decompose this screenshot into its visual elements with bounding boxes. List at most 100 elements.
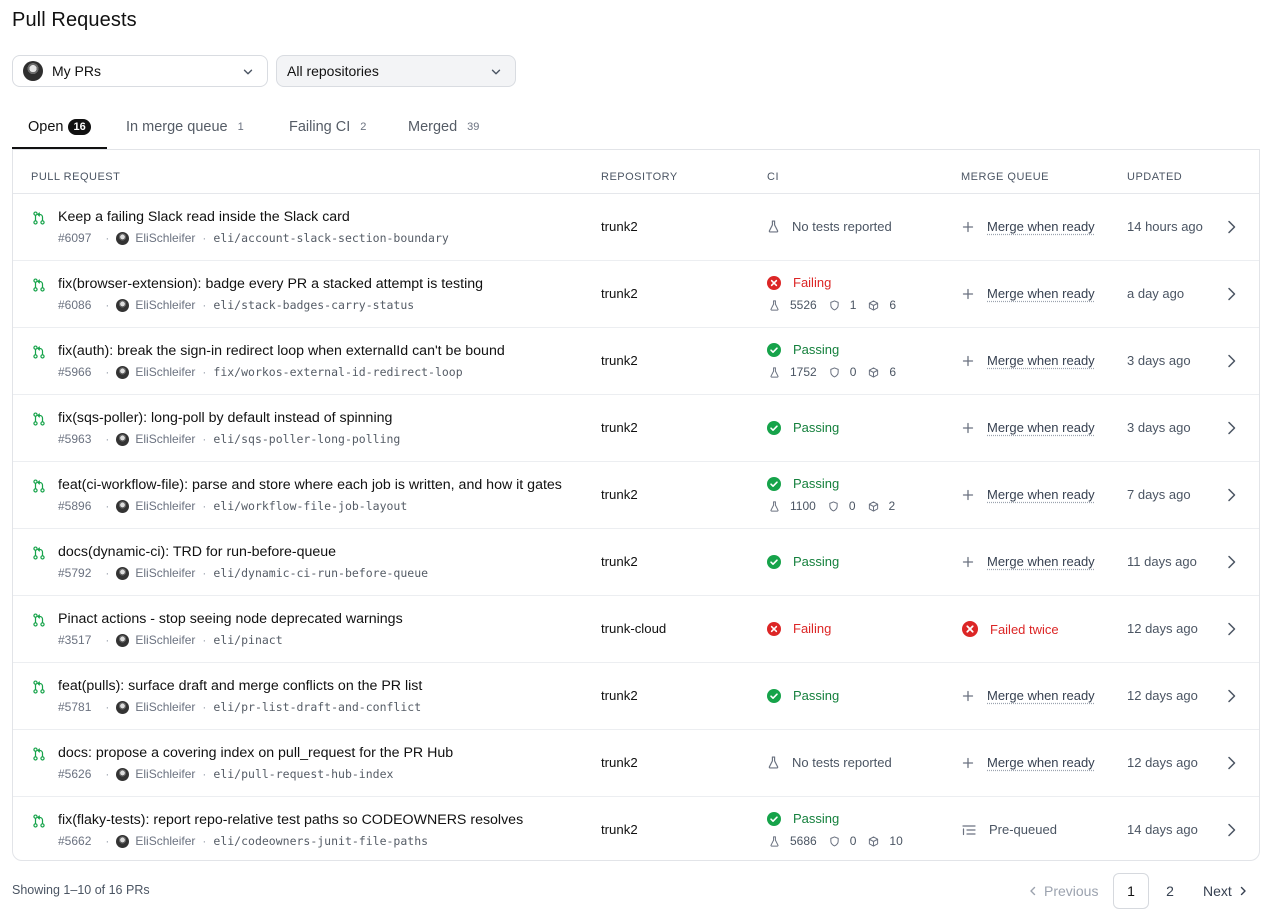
pr-title-link[interactable]: Pinact actions - stop seeing node deprec…	[58, 611, 403, 627]
table-row[interactable]: Pinact actions - stop seeing node deprec…	[13, 596, 1259, 663]
chevron-right-icon[interactable]	[1223, 688, 1239, 704]
merge-queue-status[interactable]: Merge when ready	[962, 219, 1095, 234]
chevron-right-icon[interactable]	[1223, 755, 1239, 771]
chevron-right-icon[interactable]	[1223, 487, 1239, 503]
column-header-merge-queue[interactable]: MERGE QUEUE	[961, 171, 1049, 183]
separator: ·	[202, 700, 207, 714]
pr-number[interactable]: #5963	[58, 432, 91, 446]
tab-open[interactable]: Open 16	[12, 104, 107, 149]
next-page-button[interactable]: Next	[1203, 873, 1248, 909]
tests-count: 5526	[790, 298, 817, 312]
tests-count: 1752	[790, 365, 817, 379]
pr-number[interactable]: #5626	[58, 767, 91, 781]
pr-title-link[interactable]: fix(sqs-poller): long-poll by default in…	[58, 410, 392, 426]
merge-when-ready-link[interactable]: Merge when ready	[987, 755, 1095, 770]
pr-title-link[interactable]: fix(browser-extension): badge every PR a…	[58, 276, 483, 292]
pr-number[interactable]: #6086	[58, 298, 91, 312]
table-row[interactable]: feat(ci-workflow-file): parse and store …	[13, 462, 1259, 529]
chevron-right-icon[interactable]	[1223, 822, 1239, 838]
repository-filter[interactable]: All repositories	[276, 55, 516, 87]
merge-queue-status[interactable]: Merge when ready	[962, 286, 1095, 301]
pr-number[interactable]: #5662	[58, 834, 91, 848]
merge-when-ready-link[interactable]: Merge when ready	[987, 353, 1095, 368]
column-header-pull-request[interactable]: PULL REQUEST	[31, 171, 120, 183]
merge-queue-status[interactable]: Merge when ready	[962, 353, 1095, 368]
repository-name: trunk2	[601, 219, 638, 234]
chevron-right-icon[interactable]	[1223, 353, 1239, 369]
table-header: PULL REQUEST REPOSITORY CI MERGE QUEUE U…	[13, 150, 1259, 194]
tab-label: Merged	[408, 118, 458, 135]
pr-title-link[interactable]: docs(dynamic-ci): TRD for run-before-que…	[58, 544, 336, 560]
table-row[interactable]: fix(browser-extension): badge every PR a…	[13, 261, 1259, 328]
merge-queue-status[interactable]: Merge when ready	[962, 420, 1095, 435]
merge-when-ready-link[interactable]: Merge when ready	[987, 219, 1095, 234]
table-row[interactable]: fix(flaky-tests): report repo-relative t…	[13, 797, 1259, 864]
column-header-ci[interactable]: CI	[767, 171, 779, 183]
ci-status[interactable]: Failing	[767, 621, 831, 636]
plus-icon	[962, 422, 980, 434]
pr-title-link[interactable]: docs: propose a covering index on pull_r…	[58, 745, 453, 761]
merge-when-ready-link[interactable]: Merge when ready	[987, 487, 1095, 502]
table-row[interactable]: Keep a failing Slack read inside the Sla…	[13, 194, 1259, 261]
merge-queue-status[interactable]: Merge when ready	[962, 487, 1095, 502]
merge-when-ready-link[interactable]: Merge when ready	[987, 554, 1095, 569]
ci-status[interactable]: Passing	[767, 554, 839, 569]
jobs-count-group: 6	[868, 365, 896, 379]
table-row[interactable]: docs(dynamic-ci): TRD for run-before-que…	[13, 529, 1259, 596]
pr-number[interactable]: #5896	[58, 499, 91, 513]
ci-status[interactable]: Passing	[767, 688, 839, 703]
merge-queue-status[interactable]: Merge when ready	[962, 688, 1095, 703]
tab-label: Failing CI	[289, 118, 351, 135]
chevron-right-icon[interactable]	[1223, 554, 1239, 570]
repository-name: trunk2	[601, 822, 638, 837]
pr-branch: fix/workos-external-id-redirect-loop	[213, 365, 463, 379]
pr-number[interactable]: #5792	[58, 566, 91, 580]
cube-icon	[868, 835, 884, 847]
ci-status[interactable]: No tests reported	[767, 219, 892, 234]
pr-number[interactable]: #5781	[58, 700, 91, 714]
ci-status[interactable]: Passing	[767, 420, 839, 435]
page-1-button[interactable]: 1	[1113, 873, 1149, 909]
pr-title-link[interactable]: Keep a failing Slack read inside the Sla…	[58, 209, 350, 225]
tab-in-merge-queue[interactable]: In merge queue 1	[126, 104, 244, 149]
avatar	[116, 566, 130, 580]
chevron-right-icon[interactable]	[1223, 219, 1239, 235]
check-circle-icon	[767, 476, 787, 491]
author-filter[interactable]: My PRs	[12, 55, 268, 87]
tests-count-group: 5686	[769, 834, 817, 848]
merge-queue-status[interactable]: Merge when ready	[962, 755, 1095, 770]
chevron-right-icon[interactable]	[1223, 420, 1239, 436]
table-row[interactable]: feat(pulls): surface draft and merge con…	[13, 663, 1259, 730]
pr-number[interactable]: #5966	[58, 365, 91, 379]
chevron-right-icon[interactable]	[1223, 286, 1239, 302]
merge-when-ready-link[interactable]: Merge when ready	[987, 286, 1095, 301]
page-2-button[interactable]: 2	[1160, 873, 1180, 909]
column-header-repository[interactable]: REPOSITORY	[601, 171, 678, 183]
chevron-right-icon[interactable]	[1223, 621, 1239, 637]
previous-page-button[interactable]: Previous	[1028, 873, 1098, 909]
pr-title-link[interactable]: fix(auth): break the sign-in redirect lo…	[58, 343, 505, 359]
merge-queue-status[interactable]: Failed twice	[962, 621, 1059, 637]
pr-author: EliSchleifer	[135, 298, 196, 312]
column-header-updated[interactable]: UPDATED	[1127, 171, 1182, 183]
merge-queue-status[interactable]: Merge when ready	[962, 554, 1095, 569]
table-row[interactable]: fix(auth): break the sign-in redirect lo…	[13, 328, 1259, 395]
pr-number[interactable]: #6097	[58, 231, 91, 245]
ci-status[interactable]: Failing	[767, 275, 831, 290]
merge-queue-status[interactable]: Pre-queued	[962, 822, 1057, 837]
ci-status[interactable]: Passing	[767, 811, 839, 826]
ci-status[interactable]: Passing	[767, 342, 839, 357]
pr-title-link[interactable]: feat(ci-workflow-file): parse and store …	[58, 477, 562, 493]
table-row[interactable]: fix(sqs-poller): long-poll by default in…	[13, 395, 1259, 462]
merge-when-ready-link[interactable]: Merge when ready	[987, 688, 1095, 703]
merge-when-ready-link[interactable]: Merge when ready	[987, 420, 1095, 435]
pr-number[interactable]: #3517	[58, 633, 91, 647]
ci-status[interactable]: Passing	[767, 476, 839, 491]
pr-title-link[interactable]: fix(flaky-tests): report repo-relative t…	[58, 812, 523, 828]
tab-merged[interactable]: Merged 39	[408, 104, 479, 149]
tab-failing-ci[interactable]: Failing CI 2	[289, 104, 366, 149]
ci-status[interactable]: No tests reported	[767, 755, 892, 770]
pr-title-link[interactable]: feat(pulls): surface draft and merge con…	[58, 678, 422, 694]
table-row[interactable]: docs: propose a covering index on pull_r…	[13, 730, 1259, 797]
separator: ·	[202, 298, 207, 312]
